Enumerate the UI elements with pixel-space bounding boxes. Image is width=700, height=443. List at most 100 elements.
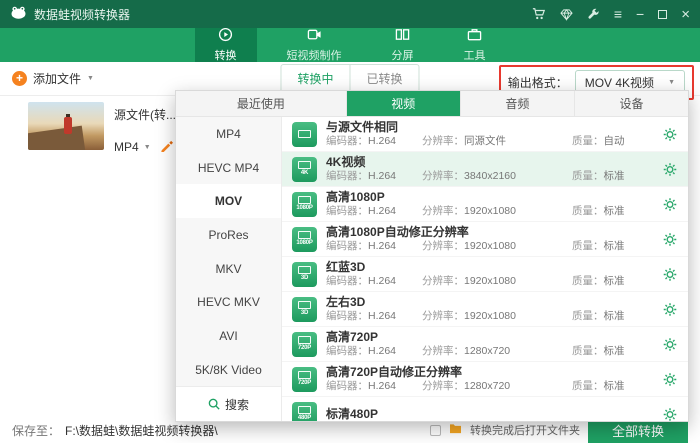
screen-glyph-icon — [298, 130, 311, 138]
format-type-icon: 4K — [292, 157, 317, 182]
sidebar-category-mp4[interactable]: MP4 — [176, 117, 281, 151]
category-label: HEVC MP4 — [198, 161, 259, 175]
format-option-row[interactable]: 4K 4K视频编码器：H.264分辨率：3840x2160质量：标准 — [282, 152, 688, 187]
format-option-row[interactable]: 720P高清720P自动修正分辨率编码器：H.264分辨率：1280x720质量… — [282, 362, 688, 397]
resolution-label: 分辨率： — [422, 170, 464, 182]
search-icon — [208, 398, 220, 410]
quality-label: 质量： — [572, 380, 604, 392]
plus-icon: + — [12, 71, 27, 86]
screen-glyph-icon — [298, 161, 311, 169]
format-title: 左右3D — [326, 295, 662, 310]
format-tab-video[interactable]: 视频 — [346, 91, 460, 116]
sidebar-category-5k-8k-video[interactable]: 5K/8K Video — [176, 353, 281, 387]
tab-tools[interactable]: 工具 — [444, 28, 506, 62]
format-settings-gear-icon[interactable] — [662, 162, 678, 177]
sidebar-category-hevc-mp4[interactable]: HEVC MP4 — [176, 151, 281, 185]
format-title: 高清1080P — [326, 190, 662, 205]
resolution-label: 分辨率： — [422, 380, 464, 392]
format-option-row[interactable]: 1080P高清1080P编码器：H.264分辨率：1920x1080质量：标准 — [282, 187, 688, 222]
format-settings-gear-icon[interactable] — [662, 372, 678, 387]
convert-status-toggle: 转换中 已转换 — [280, 64, 419, 93]
format-type-icon: 720P — [292, 332, 317, 357]
format-settings-gear-icon[interactable] — [662, 337, 678, 352]
convert-icon — [218, 27, 233, 45]
resolution-value: 1920x1080 — [464, 275, 516, 287]
category-label: HEVC MKV — [197, 295, 260, 309]
tab-short-video[interactable]: 短视频制作 — [267, 28, 362, 62]
encoder-label: 编码器： — [326, 275, 368, 287]
quality-value: 标准 — [604, 310, 625, 322]
wrench-icon[interactable] — [587, 8, 600, 21]
quality-value: 自动 — [604, 135, 625, 147]
format-settings-gear-icon[interactable] — [662, 232, 678, 247]
tab-label: 短视频制作 — [287, 47, 342, 63]
format-option-row[interactable]: 720P高清720P编码器：H.264分辨率：1280x720质量：标准 — [282, 327, 688, 362]
format-text: 高清720P自动修正分辨率编码器：H.264分辨率：1280x720质量：标准 — [326, 365, 662, 393]
encoder-value: H.264 — [368, 380, 396, 392]
category-label: MP4 — [216, 127, 241, 141]
add-file-button[interactable]: + 添加文件 ▼ — [12, 70, 94, 87]
format-category-tabs: 最近使用 视频 音频 设备 — [176, 91, 688, 117]
format-text: 红蓝3D编码器：H.264分辨率：1920x1080质量：标准 — [326, 260, 662, 288]
resolution-label: 分辨率： — [422, 345, 464, 357]
app-window: 数据蛙视频转换器 ≡ − × 转换 短视频制作 分屏 工具 — [0, 0, 700, 443]
format-dropdown-panel: 最近使用 视频 音频 设备 MP4 HEVC MP4 MOVProResMKV HEV… — [175, 90, 689, 422]
maximize-button[interactable] — [658, 10, 667, 19]
cart-icon[interactable] — [532, 7, 546, 21]
resolution-value: 1920x1080 — [464, 310, 516, 322]
sidebar-search-button[interactable]: 搜索 — [176, 386, 281, 421]
sidebar-category-mov[interactable]: MOV — [176, 184, 281, 218]
tab-split-screen[interactable]: 分屏 — [372, 28, 434, 62]
edit-icon[interactable] — [160, 139, 173, 155]
format-option-row[interactable]: 与源文件相同编码器：H.264分辨率：同源文件质量：自动 — [282, 117, 688, 152]
format-type-icon: 1080P — [292, 227, 317, 252]
resolution-label: 分辨率： — [422, 205, 464, 217]
menu-icon[interactable]: ≡ — [614, 7, 622, 21]
segment-converted[interactable]: 已转换 — [350, 65, 419, 92]
screen-glyph-icon — [298, 301, 311, 309]
sidebar-category-avi[interactable]: AVI — [176, 319, 281, 353]
format-tab-device[interactable]: 设备 — [574, 91, 688, 116]
gem-icon[interactable] — [560, 8, 573, 21]
format-tab-audio[interactable]: 音频 — [460, 91, 574, 116]
format-title: 高清1080P自动修正分辨率 — [326, 225, 662, 240]
format-meta: 编码器：H.264分辨率：同源文件质量：自动 — [326, 135, 662, 148]
encoder-label: 编码器： — [326, 380, 368, 392]
after-convert-checkbox[interactable] — [430, 425, 441, 436]
file-format-select[interactable]: MP4 ▼ — [114, 140, 151, 154]
file-thumbnail — [28, 102, 104, 150]
format-text: 4K视频编码器：H.264分辨率：3840x2160质量：标准 — [326, 155, 662, 183]
format-meta: 编码器：H.264分辨率：1920x1080质量：标准 — [326, 240, 662, 253]
format-type-icon: 3D — [292, 262, 317, 287]
format-tab-recent[interactable]: 最近使用 — [176, 91, 346, 116]
screen-glyph-icon — [298, 406, 311, 414]
format-settings-gear-icon[interactable] — [662, 127, 678, 142]
resolution-value: 1280x720 — [464, 345, 510, 357]
encoder-label: 编码器： — [326, 345, 368, 357]
format-settings-gear-icon[interactable] — [662, 407, 678, 422]
format-text: 与源文件相同编码器：H.264分辨率：同源文件质量：自动 — [326, 120, 662, 148]
format-option-row[interactable]: 3D左右3D编码器：H.264分辨率：1920x1080质量：标准 — [282, 292, 688, 327]
format-settings-gear-icon[interactable] — [662, 197, 678, 212]
quality-value: 标准 — [604, 345, 625, 357]
segment-converting[interactable]: 转换中 — [281, 65, 349, 92]
tab-convert[interactable]: 转换 — [195, 28, 257, 62]
sidebar-category-mkv[interactable]: MKV — [176, 252, 281, 286]
format-badge-text: 3D — [292, 275, 317, 282]
save-path[interactable]: F:\数据蛙\数据蛙视频转换器\ — [65, 422, 218, 439]
close-button[interactable]: × — [681, 7, 690, 22]
minimize-button[interactable]: − — [636, 7, 644, 21]
sidebar-category-prores[interactable]: ProRes — [176, 218, 281, 252]
encoder-value: H.264 — [368, 345, 396, 357]
format-option-row[interactable]: 3D 红蓝3D编码器：H.264分辨率：1920x1080质量：标准 — [282, 257, 688, 292]
toolbox-icon — [467, 27, 482, 45]
sidebar-category-hevc-mkv[interactable]: HEVC MKV — [176, 285, 281, 319]
format-option-row[interactable]: 480P标清480P — [282, 397, 688, 421]
output-format-label: 输出格式： — [508, 74, 568, 91]
titlebar-actions: ≡ − × — [532, 7, 690, 22]
format-sidebar: MP4 HEVC MP4 MOVProResMKV HEVC MKV AVI5K/8K … — [176, 117, 282, 421]
format-settings-gear-icon[interactable] — [662, 302, 678, 317]
format-settings-gear-icon[interactable] — [662, 267, 678, 282]
format-option-row[interactable]: 1080P 高清1080P自动修正分辨率编码器：H.264分辨率：1920x108… — [282, 222, 688, 257]
format-badge-text: 480P — [292, 415, 317, 421]
